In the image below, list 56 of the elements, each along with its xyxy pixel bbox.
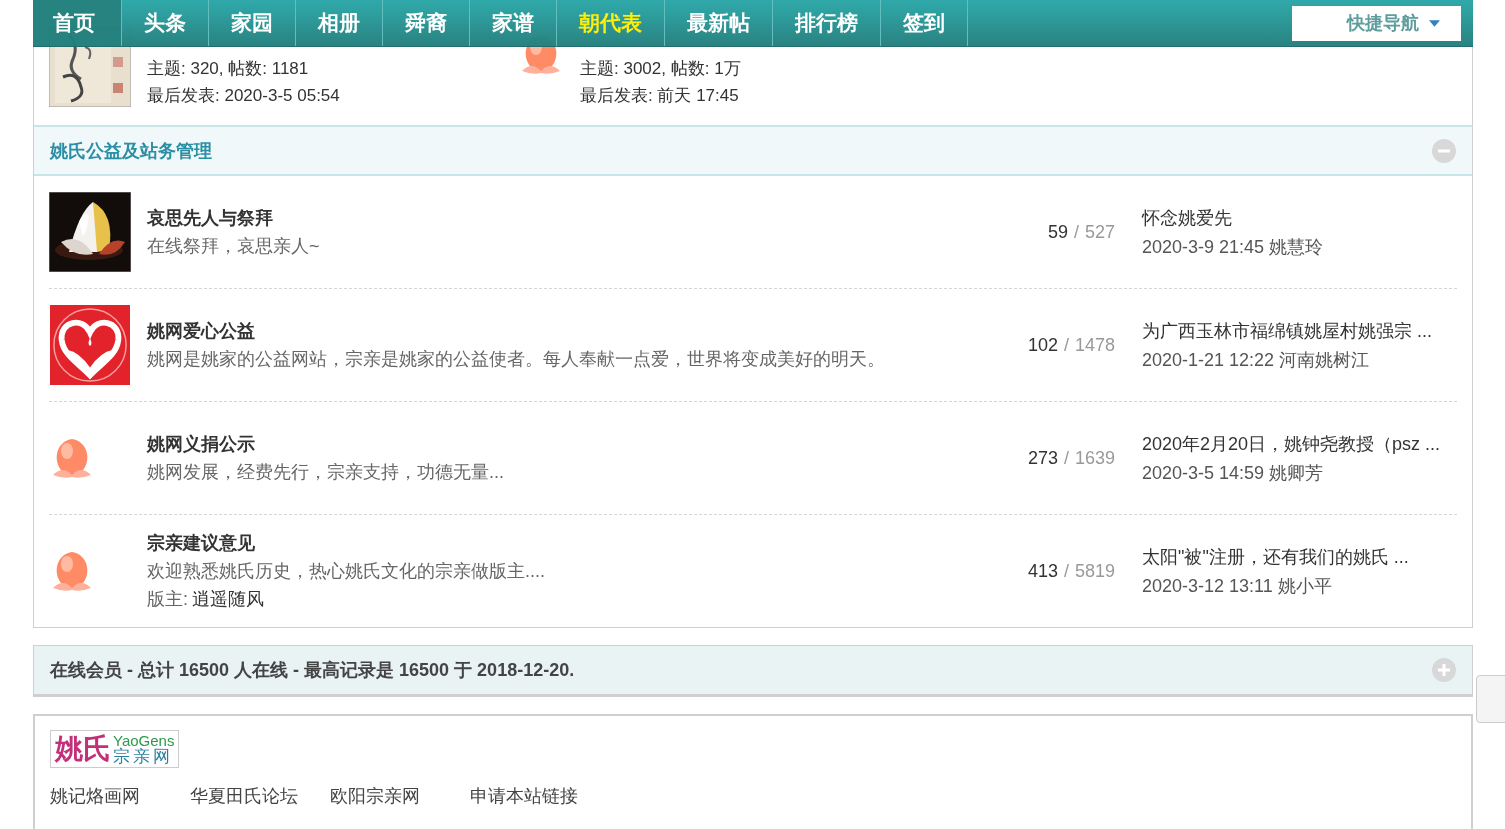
last-post-link[interactable]: 太阳"被"注册，还有我们的姚氏 ... — [1142, 544, 1457, 569]
last-post-info: 2020-3-12 13:11 姚小平 — [1142, 574, 1333, 598]
heart-logo-icon — [49, 305, 131, 385]
last-post-info: 2020-3-9 21:45 姚慧玲 — [1142, 235, 1325, 259]
nav-tab[interactable]: 相册 — [296, 0, 383, 46]
last-post-info: 2020-3-5 14:59 姚卿芳 — [1142, 461, 1325, 485]
separator-text: / — [1063, 560, 1069, 582]
forum-title[interactable]: 姚网爱心公益 — [147, 319, 955, 343]
thread-count: 102 — [1027, 334, 1058, 356]
online-summary: 在线会员 - 总计 16500 人在线 - 最高记录是 16500 于 2018-12-20. — [50, 659, 575, 682]
nav-tab[interactable]: 首页 — [33, 0, 122, 46]
friend-link[interactable]: 欧阳宗亲网 — [330, 784, 470, 808]
separator-text: / — [1073, 221, 1079, 243]
nav-tab[interactable]: 家谱 — [470, 0, 557, 46]
nav-tab[interactable]: 签到 — [881, 0, 968, 46]
post-count: 527 — [1084, 221, 1115, 243]
friend-link[interactable]: 华夏田氏论坛 — [190, 784, 330, 808]
friend-link[interactable]: 姚记烙画网 — [50, 784, 190, 808]
last-post-link[interactable]: 为广西玉林市福绵镇姚屋村姚强宗 ... — [1142, 318, 1457, 343]
thread-count: 273 — [1027, 447, 1058, 469]
logo-latin-text: YaoGens — [113, 733, 175, 748]
forum-description: 姚网发展，经费先行，宗亲支持，功德无量... — [147, 461, 505, 484]
separator-text: / — [1063, 334, 1069, 356]
moderator-label: 版主: — [147, 588, 188, 611]
forum-description: 在线祭拜，哀思亲人~ — [147, 235, 321, 258]
forum-description: 欢迎熟悉姚氏历史，热心姚氏文化的宗亲做版主.... — [147, 560, 546, 583]
post-count: 5819 — [1074, 560, 1115, 582]
thread-count: 59 — [1047, 221, 1068, 243]
friend-link[interactable]: 申请本站链接 — [470, 784, 578, 808]
forum-description: 姚网是姚家的公益网站，宗亲是姚家的公益使者。每人奉献一点爱，世界将变成美好的明天。 — [147, 348, 886, 371]
thread-count: 413 — [1027, 560, 1058, 582]
forum-title[interactable]: 宗亲建议意见 — [147, 531, 955, 555]
last-post-info: 最后发表: 2020-3-5 05:54 — [147, 85, 340, 107]
post-count: 1639 — [1074, 447, 1115, 469]
nav-tab[interactable]: 头条 — [122, 0, 209, 46]
nav-tab[interactable]: 最新帖 — [665, 0, 773, 46]
nav-tab[interactable]: 舜裔 — [383, 0, 470, 46]
collapse-icon[interactable] — [1432, 138, 1456, 163]
last-post-info: 2020-1-21 12:22 河南姚树江 — [1142, 348, 1371, 372]
forum-title[interactable]: 哀思先人与祭拜 — [147, 206, 955, 230]
last-post-link[interactable]: 2020年2月20日，姚钟尧教授（psz ... — [1142, 431, 1457, 456]
last-post-link[interactable]: 怀念姚爱先 — [1142, 205, 1457, 230]
post-count: 1478 — [1074, 334, 1115, 356]
section-title[interactable]: 姚氏公益及站务管理 — [50, 138, 212, 163]
forum-stats: 主题: 3002, 帖数: 1万 — [580, 58, 741, 80]
forum-title[interactable]: 姚网义捐公示 — [147, 432, 955, 456]
separator-text: / — [1063, 447, 1069, 469]
nav-tab[interactable]: 排行榜 — [773, 0, 881, 46]
nav-tab[interactable]: 家园 — [209, 0, 296, 46]
last-post-info: 最后发表: 前天 17:45 — [580, 85, 740, 107]
logo-text: 姚氏 — [55, 735, 111, 763]
forum-stats: 主题: 320, 帖数: 1181 — [147, 58, 310, 80]
moderator-link[interactable]: 逍遥随风 — [192, 587, 264, 611]
caret-icon — [1429, 19, 1440, 27]
logo-subtitle: 宗亲网 — [113, 748, 173, 765]
expand-icon[interactable] — [1432, 658, 1456, 682]
